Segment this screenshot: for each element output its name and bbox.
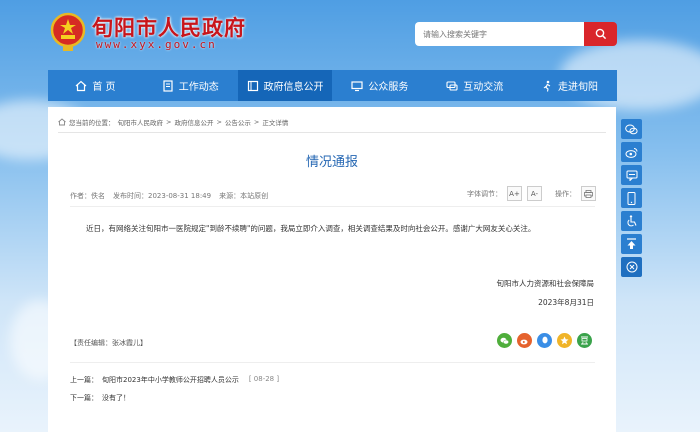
signature-date: 2023年8月31日 <box>538 298 594 307</box>
main-nav: 首 页 工作动态 政府信息公开 公众服务 互动交流 走进旬阳 <box>48 70 617 101</box>
close-icon <box>626 261 637 273</box>
article-meta: 作者：佚名 发布时间：2023-08-31 18:49 来源：本站原创 <box>70 191 268 201</box>
article-title: 情况通报 <box>305 155 358 170</box>
share-qzone-button[interactable] <box>557 333 572 348</box>
breadcrumb-separator: > <box>216 118 222 126</box>
article-publish-time: 发布时间：2023-08-31 18:49 <box>113 192 212 200</box>
book-icon <box>247 80 258 91</box>
search-input[interactable]: 请输入搜索关键字 <box>415 22 585 46</box>
prev-article: 上一篇： 旬阳市2023年中小学教师公开招聘人员公示 [ 08-28 ] <box>70 375 279 385</box>
breadcrumb-item[interactable]: 政府信息公开 <box>174 117 213 127</box>
side-wechat-button[interactable] <box>621 119 642 139</box>
next-label: 下一篇： <box>70 394 98 402</box>
nav-item-label: 互动交流 <box>463 82 504 93</box>
nav-item-home[interactable]: 首 页 <box>48 70 143 101</box>
share-weibo-button[interactable] <box>517 333 532 348</box>
breadcrumb-item[interactable]: 公告公示 <box>225 117 251 127</box>
side-message-button[interactable] <box>621 165 642 185</box>
side-toolbar <box>621 119 643 280</box>
search-icon <box>595 28 606 40</box>
weibo-icon <box>625 147 638 158</box>
site-header: 旬阳市人民政府 www.xyx.gov.cn 请输入搜索关键字 <box>0 0 700 66</box>
qzone-icon <box>560 336 569 345</box>
nav-item-label: 首 页 <box>92 82 116 93</box>
national-emblem-icon <box>50 12 86 51</box>
walker-icon <box>543 80 551 92</box>
home-icon <box>58 118 66 126</box>
breadcrumb-prefix: 您当前的位置： <box>69 119 115 127</box>
divider <box>58 132 606 133</box>
share-bar <box>497 333 592 348</box>
nav-item-label: 走进旬阳 <box>558 82 599 93</box>
side-weibo-button[interactable] <box>621 142 642 162</box>
article-source: 来源：本站原创 <box>219 192 269 200</box>
douban-icon <box>581 336 588 345</box>
nav-item-gov-info[interactable]: 政府信息公开 <box>237 70 333 101</box>
side-mobile-button[interactable] <box>621 188 642 208</box>
nav-item-label: 政府信息公开 <box>263 82 324 93</box>
font-increase-button[interactable]: A+ <box>507 186 522 201</box>
article-author: 作者：佚名 <box>70 192 105 200</box>
prev-article-date: [ 08-28 ] <box>248 375 280 383</box>
message-icon <box>626 170 637 181</box>
signature-organization: 旬阳市人力资源和社会保障局 <box>496 279 595 288</box>
accessibility-icon <box>626 215 637 227</box>
share-qq-button[interactable] <box>537 333 552 348</box>
back-to-top-button[interactable] <box>621 234 642 254</box>
monitor-icon <box>351 80 363 91</box>
nav-item-public-service[interactable]: 公众服务 <box>332 70 427 101</box>
home-icon <box>75 80 87 91</box>
next-article: 下一篇： 没有了！ <box>70 393 130 403</box>
action-label: 操作： <box>555 189 576 198</box>
font-decrease-button[interactable]: A- <box>527 186 542 201</box>
font-size-label: 字体调节： <box>467 189 502 198</box>
article-card: 您当前的位置： 旬阳市人民政府 > 政府信息公开 > 公告公示 > 正文详情 情… <box>48 107 616 432</box>
nav-item-interaction[interactable]: 互动交流 <box>427 70 522 101</box>
print-button[interactable] <box>581 186 596 201</box>
prev-label: 上一篇： <box>70 376 98 384</box>
site-url: www.xyx.gov.cn <box>96 38 217 51</box>
search-button[interactable] <box>584 22 617 46</box>
responsible-editor: 【责任编辑：张冰霞儿】 <box>70 339 147 347</box>
breadcrumb-item: 正文详情 <box>262 119 289 127</box>
print-icon <box>584 189 593 198</box>
share-douban-button[interactable] <box>577 333 592 348</box>
divider <box>70 206 595 207</box>
wechat-icon <box>500 337 509 344</box>
wechat-icon <box>625 124 638 134</box>
breadcrumb-separator: > <box>166 118 172 126</box>
breadcrumb: 您当前的位置： 旬阳市人民政府 > 政府信息公开 > 公告公示 > 正文详情 <box>58 117 288 127</box>
article-tools: 字体调节： A+ A- 操作： <box>467 186 596 201</box>
prev-article-link[interactable]: 旬阳市2023年中小学教师公开招聘人员公示 <box>102 375 239 385</box>
side-close-button[interactable] <box>621 257 642 277</box>
nav-item-work-news[interactable]: 工作动态 <box>143 70 238 101</box>
chat-icon <box>446 80 458 91</box>
side-accessibility-button[interactable] <box>621 211 642 231</box>
nav-item-label: 工作动态 <box>178 82 219 93</box>
mobile-icon <box>627 191 636 205</box>
article-body: 近日，有网络关注旬阳市一医院规定"到龄不续聘"的问题，我局立即介入调查，相关调查… <box>86 224 536 233</box>
nav-item-about-xunyang[interactable]: 走进旬阳 <box>522 70 617 101</box>
next-article-text: 没有了！ <box>102 394 130 402</box>
qq-icon <box>541 336 548 344</box>
breadcrumb-item[interactable]: 旬阳市人民政府 <box>118 117 164 127</box>
share-wechat-button[interactable] <box>497 333 512 348</box>
weibo-icon <box>520 339 528 344</box>
document-icon <box>163 79 173 92</box>
back-to-top-icon <box>627 238 636 249</box>
nav-item-label: 公众服务 <box>368 82 409 93</box>
breadcrumb-separator: > <box>253 118 260 126</box>
divider <box>70 362 595 363</box>
